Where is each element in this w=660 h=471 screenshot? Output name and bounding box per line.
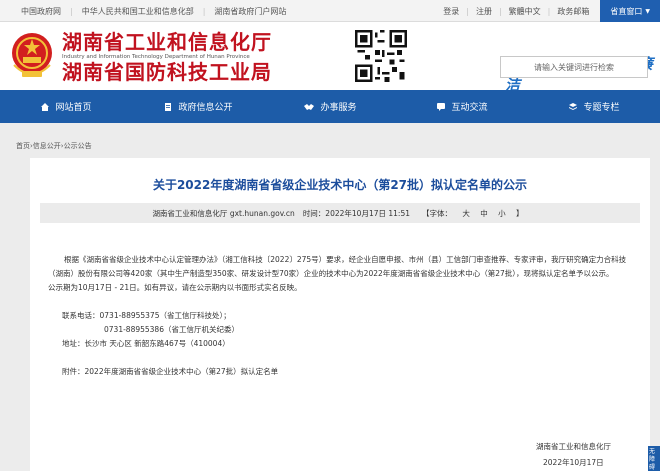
contact-phone: 联系电话：0731-88955375（省工信厅科技处）；	[62, 311, 231, 320]
font-size-small[interactable]: 小	[498, 209, 506, 218]
nav-label: 政府信息公开	[178, 103, 233, 113]
font-size-medium[interactable]: 中	[480, 209, 488, 218]
nav-label: 专题专栏	[583, 103, 620, 113]
font-size-label: 【字体：	[421, 208, 452, 218]
qr-code-icon	[355, 30, 407, 82]
font-size-large[interactable]: 大	[462, 209, 470, 218]
traditional-chinese-link[interactable]: 繁體中文	[502, 6, 548, 17]
search-placeholder: 请输入关键词进行检索	[534, 62, 614, 72]
contact-phone-2: 0731-88955386（省工信厅机关纪委）	[104, 325, 239, 334]
nav-item-info-disclosure[interactable]: 政府信息公开	[132, 90, 264, 123]
top-link-miit[interactable]: 中华人民共和国工业和信息化部	[73, 6, 203, 17]
top-link-hunan[interactable]: 湖南省政府门户网站	[205, 6, 295, 17]
top-right-links: 登录 | 注册 | 繁體中文 | 政务邮箱 省直窗口 ▼	[436, 0, 660, 22]
article-meta: 湖南省工业和信息化厅 gxt.hunan.gov.cn 时间：2022年10月1…	[40, 203, 640, 223]
publish-date: 2022年10月17日	[543, 458, 604, 467]
nav-item-interaction[interactable]: 互动交流	[396, 90, 528, 123]
top-links: 中国政府网 | 中华人民共和国工业和信息化部 | 湖南省政府门户网站	[12, 0, 295, 22]
document-icon	[165, 102, 172, 111]
login-link[interactable]: 登录	[436, 6, 466, 17]
contact-address: 地址：长沙市 天心区 新韶东路467号（410004）	[62, 339, 230, 348]
nav-item-services[interactable]: 办事服务	[264, 90, 396, 123]
nav-label: 互动交流	[451, 103, 488, 113]
site-titles: 湖南省工业和信息化厅 Industry and Information Tech…	[62, 31, 272, 83]
article-panel: 关于2022年度湖南省省级企业技术中心（第27批）拟认定名单的公示 湖南省工业和…	[30, 158, 650, 471]
font-size-control: 【字体： 大 中 小 】	[418, 208, 528, 219]
article-time: 时间：2022年10月17日 11:51	[302, 208, 410, 218]
register-link[interactable]: 注册	[469, 6, 499, 17]
chat-icon	[437, 102, 446, 111]
national-emblem-icon	[12, 33, 52, 77]
signature: 湖南省工业和信息化厅	[536, 442, 611, 451]
body-paragraph: 公示期为10月17日 - 21日。如有异议，请在公示期内以书面形式实名反映。	[48, 283, 302, 292]
portal-label: 省直窗口	[610, 6, 643, 16]
main-nav: 网站首页 政府信息公开 办事服务 互动交流 专题专栏	[0, 90, 660, 123]
breadcrumb[interactable]: 首页›信息公开›公示公告	[16, 141, 92, 151]
article-title: 关于2022年度湖南省省级企业技术中心（第27批）拟认定名单的公示	[152, 178, 528, 192]
article-body: 根据《湖南省省级企业技术中心认定管理办法》（湘工信科技〔2022〕275号）要求…	[48, 253, 628, 379]
nav-label: 网站首页	[55, 103, 92, 113]
home-icon	[41, 102, 50, 111]
attachment-link[interactable]: 附件：2022年度湖南省省级企业技术中心（第27批）拟认定名单	[48, 365, 628, 379]
handshake-icon	[304, 103, 315, 110]
site-title-secondary[interactable]: 湖南省国防科技工业局	[62, 61, 272, 83]
nav-item-home[interactable]: 网站首页	[0, 90, 132, 123]
nav-label: 办事服务	[320, 103, 357, 113]
top-link-gov[interactable]: 中国政府网	[12, 6, 70, 17]
body-paragraph: 根据《湖南省省级企业技术中心认定管理办法》（湘工信科技〔2022〕275号）要求…	[48, 255, 627, 278]
nav-item-special-topics[interactable]: 专题专栏	[528, 90, 660, 123]
gov-mail-link[interactable]: 政务邮箱	[550, 6, 596, 17]
accessibility-button[interactable]: 无障碍	[648, 446, 660, 471]
font-size-close: 】	[516, 208, 524, 218]
portal-dropdown-button[interactable]: 省直窗口 ▼	[600, 0, 660, 22]
top-utility-bar: 中国政府网 | 中华人民共和国工业和信息化部 | 湖南省政府门户网站 登录 | …	[0, 0, 660, 22]
site-title-primary[interactable]: 湖南省工业和信息化厅	[62, 31, 272, 53]
layers-icon	[569, 102, 578, 110]
caret-down-icon: ▼	[645, 7, 650, 15]
article-source: 湖南省工业和信息化厅 gxt.hunan.gov.cn	[152, 208, 295, 218]
search-input[interactable]: 请输入关键词进行检索	[500, 56, 648, 78]
